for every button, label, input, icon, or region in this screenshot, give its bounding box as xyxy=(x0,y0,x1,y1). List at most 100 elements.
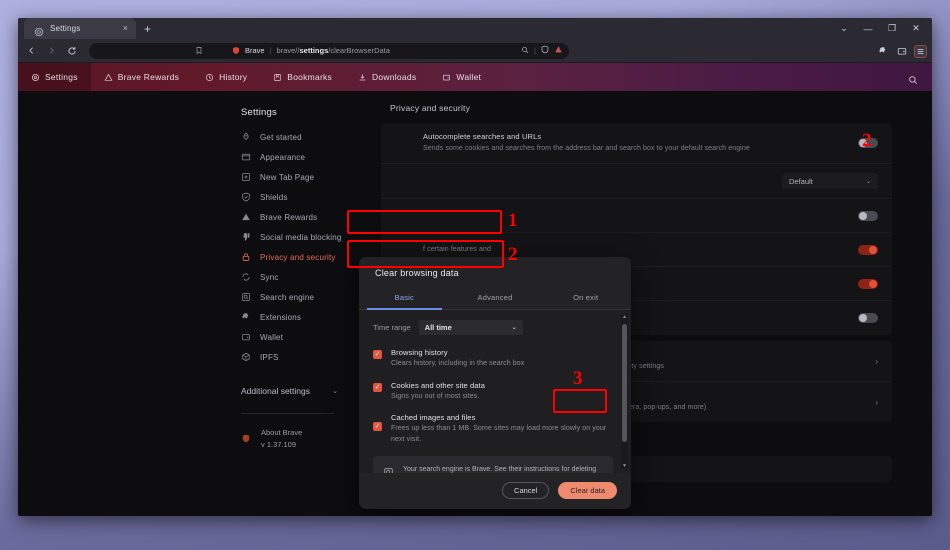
tab-title: Settings xyxy=(50,24,81,33)
topnav-label: Wallet xyxy=(456,72,482,82)
bookmarks-icon xyxy=(273,73,282,82)
extensions-puzzle-icon[interactable] xyxy=(876,45,889,58)
topnav-item-wallet[interactable]: Wallet xyxy=(429,63,494,91)
table-row[interactable] xyxy=(381,199,892,234)
checkbox-title: Browsing history xyxy=(391,348,448,357)
select-dropdown[interactable]: Default ⌄ xyxy=(782,173,878,190)
chevron-right-icon[interactable]: › xyxy=(875,398,878,407)
sidebar-item-privacy-and-security[interactable]: Privacy and security xyxy=(223,247,348,267)
dialog-body: Time range All time ⌄ ✓ Browsing history… xyxy=(359,310,631,473)
row-title: Autocomplete searches and URLs xyxy=(423,132,542,141)
sidebar-item-ipfs[interactable]: IPFS xyxy=(223,347,348,367)
sidebar-item-get-started[interactable]: Get started xyxy=(223,127,348,147)
cube-icon xyxy=(241,352,251,362)
checkbox-subtitle: Signs you out of most sites. xyxy=(391,392,480,400)
search-icon[interactable] xyxy=(908,72,918,85)
browser-tab-settings[interactable]: Settings × xyxy=(24,18,136,39)
scrollbar-thumb[interactable] xyxy=(622,324,627,442)
tab-on-exit[interactable]: On exit xyxy=(540,287,631,309)
about-brave-block[interactable]: About Brave v 1.37.109 xyxy=(223,427,348,450)
notice-text: Your search engine is Brave. See their i… xyxy=(403,466,597,473)
checkbox-checked-icon[interactable]: ✓ xyxy=(373,382,382,392)
toggle-switch[interactable] xyxy=(858,210,878,221)
topnav-item-bookmarks[interactable]: Bookmarks xyxy=(260,63,345,91)
topnav-item-downloads[interactable]: Downloads xyxy=(345,63,429,91)
about-text: About Brave v 1.37.109 xyxy=(261,427,302,450)
toggle-switch[interactable] xyxy=(858,244,878,255)
search-box-icon xyxy=(241,292,251,302)
dialog-footer: Cancel Clear data xyxy=(359,473,631,509)
brave-rewards-icon[interactable] xyxy=(554,45,563,56)
topnav-label: Bookmarks xyxy=(287,72,333,82)
sidebar-item-appearance[interactable]: Appearance xyxy=(223,147,348,167)
tab-advanced[interactable]: Advanced xyxy=(450,287,541,309)
sidebar-item-label: Search engine xyxy=(260,292,315,302)
sidebar-item-label: Extensions xyxy=(260,312,302,322)
maximize-button[interactable]: ❐ xyxy=(880,18,904,39)
sidebar-item-social-media-blocking[interactable]: Social media blocking xyxy=(223,227,348,247)
checkbox-checked-icon[interactable]: ✓ xyxy=(373,350,382,359)
scroll-down-arrow-icon[interactable]: ▼ xyxy=(621,463,628,469)
scroll-up-arrow-icon[interactable]: ▲ xyxy=(621,314,628,320)
settings-gear-icon xyxy=(34,24,44,36)
new-tab-button[interactable]: + xyxy=(136,19,159,39)
browser-toolbar: Brave | brave//settings/clearBrowserData… xyxy=(18,39,932,63)
search-engine-notice: Your search engine is Brave. See their i… xyxy=(373,456,613,473)
window-controls: ⌄ — ❐ ✕ xyxy=(832,18,928,39)
clear-data-button[interactable]: Clear data xyxy=(558,482,617,499)
shield-icon[interactable] xyxy=(541,45,549,56)
sidebar-item-shields[interactable]: Shields xyxy=(223,187,348,207)
hamburger-menu-icon[interactable] xyxy=(914,44,927,58)
sync-icon xyxy=(241,272,251,282)
bookmark-icon[interactable] xyxy=(195,46,203,55)
toggle-switch[interactable] xyxy=(858,278,878,289)
select-value: Default xyxy=(789,176,813,186)
back-arrow-icon[interactable] xyxy=(23,42,40,59)
checkbox-text: Cached images and files Frees up less th… xyxy=(391,413,613,445)
sidebar-item-sync[interactable]: Sync xyxy=(223,267,348,287)
wallet-icon[interactable] xyxy=(895,45,908,58)
url-text: brave//settings/clearBrowserData xyxy=(276,46,390,55)
checkbox-cached-images[interactable]: ✓ Cached images and files Frees up less … xyxy=(373,413,613,445)
topnav-item-brave-rewards[interactable]: Brave Rewards xyxy=(91,63,192,91)
shield-icon xyxy=(241,192,251,202)
table-row[interactable]: Autocomplete searches and URLs Sends som… xyxy=(381,123,892,165)
close-tab-icon[interactable]: × xyxy=(121,24,130,33)
toggle-switch[interactable] xyxy=(858,313,878,324)
row-text: Autocomplete searches and URLs Sends som… xyxy=(423,132,858,154)
sidebar-item-label: Get started xyxy=(260,132,302,142)
close-window-button[interactable]: ✕ xyxy=(904,18,928,39)
address-bar[interactable]: Brave | brave//settings/clearBrowserData… xyxy=(89,42,569,59)
site-name-label: Brave xyxy=(245,46,265,55)
topnav-label: Downloads xyxy=(372,72,417,82)
topnav-item-settings[interactable]: Settings xyxy=(18,63,91,91)
time-range-select[interactable]: All time ⌄ xyxy=(418,320,523,335)
topnav-item-history[interactable]: History xyxy=(192,63,260,91)
sidebar-item-search-engine[interactable]: Search engine xyxy=(223,287,348,307)
table-row[interactable]: Default ⌄ xyxy=(381,164,892,200)
sidebar-item-label: Brave Rewards xyxy=(260,212,318,222)
lock-icon xyxy=(241,252,251,262)
sidebar-item-wallet[interactable]: Wallet xyxy=(223,327,348,347)
tab-basic[interactable]: Basic xyxy=(359,287,450,310)
sidebar-item-brave-rewards[interactable]: Brave Rewards xyxy=(223,207,348,227)
sidebar-item-extensions[interactable]: Extensions xyxy=(223,307,348,327)
cancel-button[interactable]: Cancel xyxy=(502,482,550,499)
chevron-right-icon[interactable]: › xyxy=(875,357,878,366)
dialog-scrollbar[interactable]: ▲ ▼ xyxy=(621,314,628,469)
tab-strip: Settings × + ⌄ — ❐ ✕ xyxy=(18,18,932,39)
sidebar-additional-settings[interactable]: Additional settings ⌄ xyxy=(223,381,348,401)
annotation-number-1: 1 xyxy=(508,210,518,231)
checkbox-checked-icon[interactable]: ✓ xyxy=(373,422,382,431)
additional-settings-label: Additional settings xyxy=(241,386,310,396)
browser-window: Settings × + ⌄ — ❐ ✕ Brave | brave//sett… xyxy=(18,18,932,516)
tab-search-chevron-icon[interactable]: ⌄ xyxy=(832,18,856,39)
checkbox-browsing-history[interactable]: ✓ Browsing history Clears history, inclu… xyxy=(373,348,613,370)
search-icon[interactable] xyxy=(521,46,529,56)
minimize-button[interactable]: — xyxy=(856,18,880,39)
sidebar-item-new-tab-page[interactable]: New Tab Page xyxy=(223,167,348,187)
sidebar-item-label: IPFS xyxy=(260,352,279,362)
brave-top-navigation: Settings Brave Rewards History Bookmarks… xyxy=(18,63,932,91)
settings-sidebar: Settings Get started Appearance New Tab … xyxy=(223,91,348,516)
reload-icon[interactable] xyxy=(63,42,80,59)
